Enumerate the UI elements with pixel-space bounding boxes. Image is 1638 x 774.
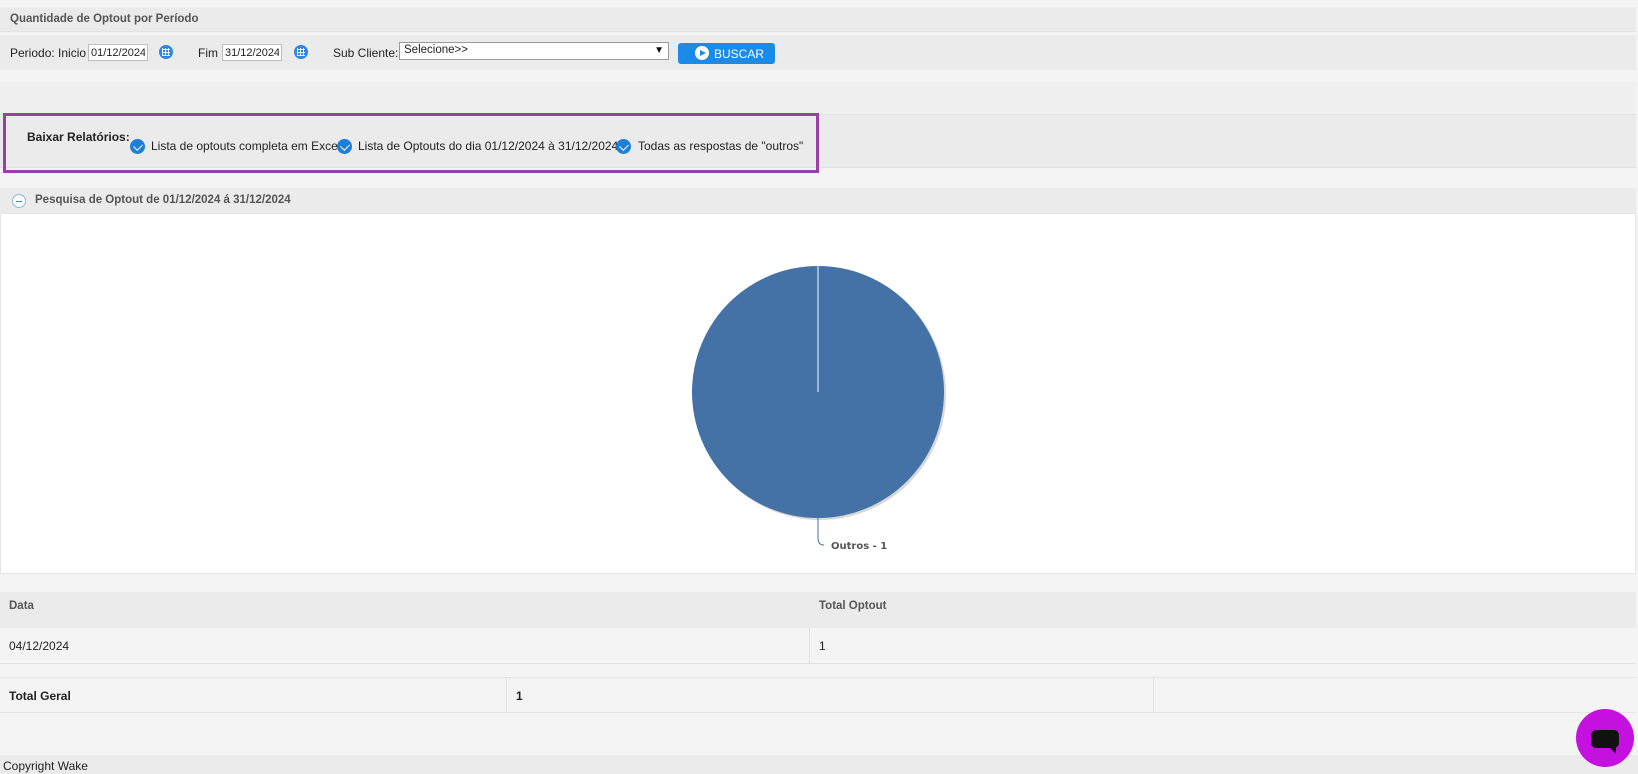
column-divider <box>809 628 810 663</box>
subcliente-label: Sub Cliente: <box>333 46 399 60</box>
totals-value: 1 <box>516 689 523 703</box>
data-label-leader <box>817 518 825 546</box>
page-title: Quantidade de Optout por Período <box>10 13 199 25</box>
buscar-button[interactable]: BUSCAR <box>678 43 775 64</box>
calendar-icon[interactable] <box>159 45 173 59</box>
page-title-bar: Quantidade de Optout por Período <box>0 7 1636 32</box>
filter-bar: Periodo: Inicio Fim Sub Cliente: Selecio… <box>0 35 1636 70</box>
chat-button[interactable] <box>1576 709 1634 767</box>
play-icon <box>695 46 709 60</box>
totals-label: Total Geral <box>9 689 71 703</box>
pie-chart: Outros - 1 <box>692 266 946 552</box>
inicio-date-input[interactable] <box>88 44 148 61</box>
table-header-row: Data Total Optout <box>0 592 1636 628</box>
periodo-label: Periodo: Inicio <box>10 46 87 60</box>
subcliente-selected-value: Selecione>> <box>404 44 468 56</box>
collapse-icon[interactable] <box>12 194 26 208</box>
footer: Copyright Wake <box>0 755 1638 774</box>
column-divider <box>1153 678 1154 712</box>
chat-icon <box>1591 730 1619 754</box>
column-header-data: Data <box>9 600 34 612</box>
totals-row: Total Geral 1 <box>0 677 1636 713</box>
panel-title: Pesquisa de Optout de 01/12/2024 á 31/12… <box>35 194 291 206</box>
column-divider <box>506 678 507 712</box>
chevron-down-icon: ▼ <box>654 45 664 56</box>
table-row: 04/12/2024 1 <box>0 628 1636 664</box>
buscar-button-label: BUSCAR <box>714 46 765 61</box>
row-date: 04/12/2024 <box>9 639 70 653</box>
pie-data-label: Outros - 1 <box>831 541 887 552</box>
footer-copyright: Copyright Wake <box>3 759 88 773</box>
column-header-total: Total Optout <box>819 600 887 612</box>
spacer-bar <box>0 82 1636 114</box>
fim-label: Fim <box>198 46 218 60</box>
row-total: 1 <box>819 639 826 653</box>
calendar-icon[interactable] <box>294 45 308 59</box>
panel-header: Pesquisa de Optout de 01/12/2024 á 31/12… <box>0 188 1636 213</box>
fim-date-input[interactable] <box>222 44 282 61</box>
subcliente-select[interactable]: Selecione>> ▼ <box>399 42 669 60</box>
selection-highlight <box>3 113 819 173</box>
chart-panel: Outros - 1 <box>0 213 1636 574</box>
